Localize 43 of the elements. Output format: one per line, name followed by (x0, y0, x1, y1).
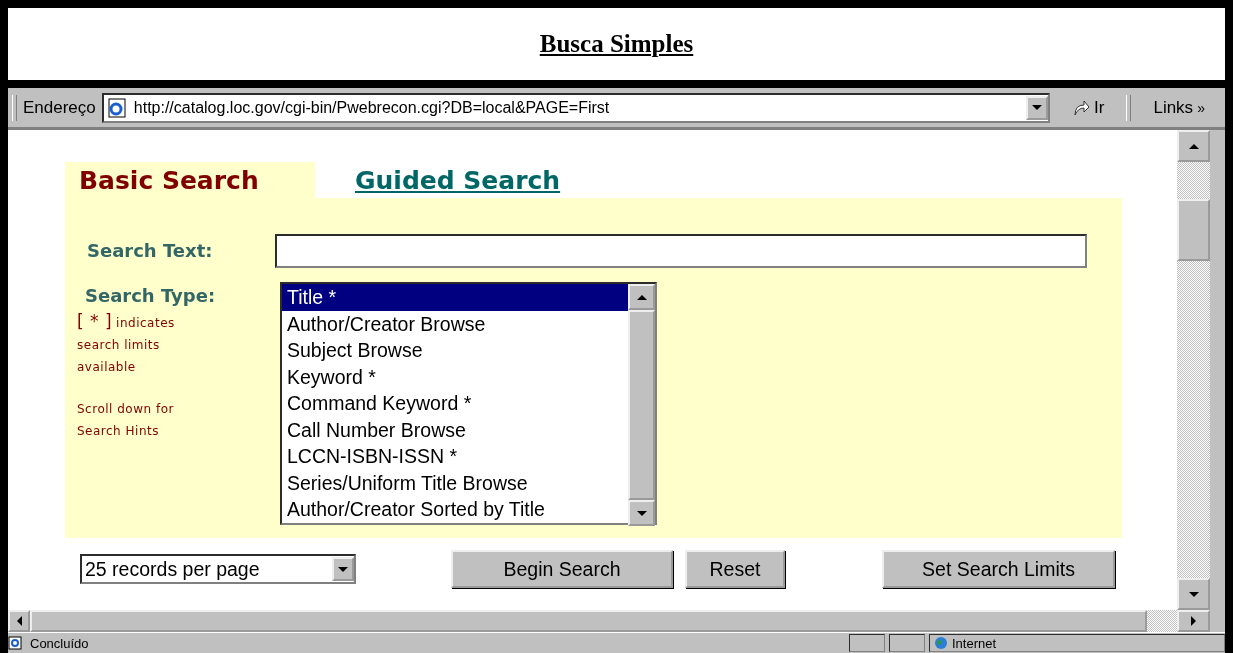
size-grip[interactable] (1147, 610, 1177, 632)
hint-text: Scroll down for Search Hints (77, 401, 175, 440)
begin-search-button[interactable]: Begin Search (451, 550, 673, 588)
list-scrollbar[interactable] (628, 284, 655, 523)
scroll-thumb[interactable] (628, 310, 655, 500)
status-message: Concluído (29, 635, 90, 651)
records-select[interactable]: 25 records per page (80, 554, 356, 584)
field-label: Search Text: (86, 239, 214, 263)
arrow-icon (1072, 98, 1091, 117)
go-button[interactable]: Ir (1056, 97, 1121, 118)
tab[interactable]: Guided Search (341, 162, 575, 198)
down-arrow-icon (636, 510, 647, 516)
scroll-up-button[interactable] (628, 284, 655, 310)
set-limits-button[interactable]: Set Search Limits (882, 550, 1115, 588)
left-arrow-icon (16, 616, 22, 626)
caret-icon (338, 566, 348, 572)
page-title: Busca Simples (539, 30, 694, 58)
status-panel (849, 634, 885, 652)
search-type-list[interactable]: Title * Author/Creator Browse Subject Browse Keyword * Command Keyword * Call Number Browse LCCN-ISBN-ISSN * Series/Uniform Title Browse Author/Creator Sorted by Title (280, 282, 657, 525)
tab[interactable]: Basic Search (65, 162, 315, 198)
zone-label: Internet (952, 635, 997, 651)
up-arrow-icon (1188, 143, 1199, 149)
dropdown-button[interactable] (332, 557, 354, 581)
page-icon (105, 97, 128, 118)
caret-icon (1032, 105, 1043, 110)
list-option[interactable]: Title * (282, 284, 628, 311)
vertical-scrollbar[interactable] (1177, 130, 1210, 610)
scroll-thumb[interactable] (1177, 199, 1210, 261)
scroll-down-button[interactable] (628, 500, 655, 526)
dropdown-button[interactable] (1026, 95, 1049, 120)
right-arrow-icon (1191, 616, 1196, 626)
reset-button[interactable]: Reset (685, 550, 785, 588)
search-field[interactable] (275, 234, 1087, 268)
address-field[interactable]: http://catalog.loc.gov/cgi-bin/Pwebrecon.cgi?DB=local&PAGE=First (101, 92, 1051, 123)
scroll-right-button[interactable] (1177, 610, 1210, 632)
up-arrow-icon (636, 294, 647, 300)
note-text: [ * ] indicates search limits available (77, 310, 176, 376)
field-label: Search Type: (84, 284, 217, 308)
status-panel (889, 634, 925, 652)
address-label: Endereço (23, 97, 96, 118)
globe-icon (934, 636, 948, 650)
scroll-left-button[interactable] (8, 610, 30, 632)
down-arrow-icon (1188, 591, 1199, 597)
